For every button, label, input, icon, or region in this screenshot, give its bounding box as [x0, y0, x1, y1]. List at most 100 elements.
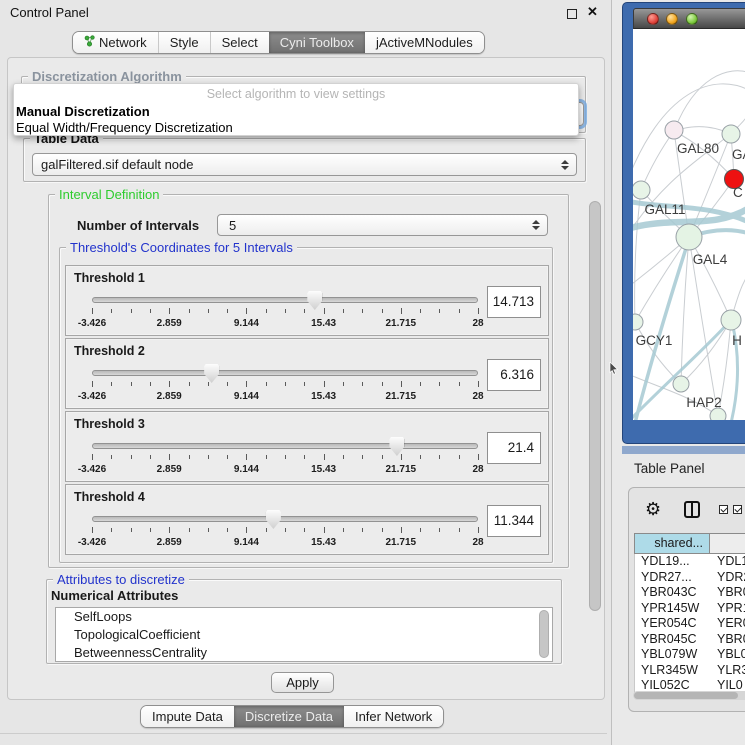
node-label: HAP2 [686, 395, 721, 410]
dropdown-hint: Select algorithm to view settings [14, 87, 578, 101]
attribute-list-item[interactable]: SelfLoops [56, 608, 552, 626]
gear-icon[interactable]: ⚙ [645, 498, 661, 522]
zoom-traffic-light-icon[interactable] [686, 13, 698, 25]
threshold-2-value-field[interactable]: 6.316 [487, 359, 541, 391]
table-row[interactable]: YBR045CYBR0 [635, 632, 745, 648]
table-row[interactable]: YBR043CYBR0 [635, 585, 745, 601]
slider-track[interactable] [92, 516, 478, 522]
close-icon[interactable]: ✕ [587, 4, 598, 20]
attribute-list-item[interactable]: TopologicalCoefficient [56, 626, 552, 644]
threshold-2-panel: Threshold 2 -3.4262.8599.14415.4321.7152… [65, 338, 549, 409]
threshold-label: Threshold 1 [74, 271, 145, 285]
table-row[interactable]: YER054CYER0 [635, 616, 745, 632]
tab-discretize-data[interactable]: Discretize Data [234, 706, 344, 727]
close-traffic-light-icon[interactable] [647, 13, 659, 25]
select-all-checkbox-icon[interactable] [719, 505, 728, 514]
tab-style[interactable]: Style [158, 32, 210, 53]
slider-tick-labels: -3.4262.8599.14415.4321.71528 [92, 464, 478, 476]
tab-jactivemnodules[interactable]: jActiveMNodules [365, 32, 484, 53]
group-title: Attributes to discretize [53, 572, 189, 587]
table-row[interactable]: YDR27...YDR2 [635, 570, 745, 586]
node-h [721, 310, 741, 330]
tab-infer-network[interactable]: Infer Network [344, 706, 443, 727]
stepper-icon [559, 160, 571, 170]
table-row[interactable]: YLR345WYLR3 [635, 663, 745, 679]
list-scrollbar[interactable] [539, 610, 549, 658]
table-body: YDL19...YDL1YDR27...YDR2YBR043CYBR0YPR14… [634, 554, 745, 694]
node-gal80 [665, 121, 683, 139]
table-cell: YBR0 [711, 585, 745, 601]
stepper-icon [530, 220, 542, 230]
threshold-2-slider[interactable]: -3.4262.8599.14415.4321.71528 [92, 361, 478, 407]
table-panel: ⚙ shared... na YDL19...YDL1YDR27...YDR2Y… [628, 487, 745, 712]
slider-tick-labels: -3.4262.8599.14415.4321.71528 [92, 537, 478, 549]
tab-impute-data[interactable]: Impute Data [141, 706, 234, 727]
table-row[interactable]: YPR145WYPR1 [635, 601, 745, 617]
table-data-combobox[interactable]: galFiltered.sif default node [32, 153, 577, 176]
group-title: Discretization Algorithm [28, 69, 186, 84]
table-row[interactable]: YDL19...YDL1 [635, 554, 745, 570]
slider-tick-labels: -3.4262.8599.14415.4321.71528 [92, 318, 478, 330]
tab-label: Select [222, 35, 258, 50]
table-header: shared... na [634, 533, 745, 554]
threshold-4-slider[interactable]: -3.4262.8599.14415.4321.71528 [92, 507, 478, 553]
threshold-3-slider[interactable]: -3.4262.8599.14415.4321.71528 [92, 434, 478, 480]
table-cell: YLR3 [711, 663, 745, 679]
window-shadow-strip [622, 446, 745, 454]
network-window-titlebar[interactable] [633, 8, 745, 29]
split-columns-icon[interactable] [684, 501, 700, 518]
table-row[interactable]: YBL079WYBL0 [635, 647, 745, 663]
number-of-intervals-label: Number of Intervals [77, 218, 199, 233]
combo-value: 5 [218, 218, 530, 233]
threshold-3-value-field[interactable]: 21.4 [487, 432, 541, 464]
node-label: GA [732, 147, 745, 162]
node-label: GAL80 [677, 141, 719, 156]
threshold-1-value-field[interactable]: 14.713 [487, 286, 541, 318]
top-tab-bar: Network Style Select Cyni Toolbox jActiv… [72, 31, 485, 54]
network-icon [84, 35, 95, 50]
node-label: GAL4 [693, 252, 728, 267]
dropdown-option-manual-discretization[interactable]: Manual Discretization [16, 104, 150, 119]
threshold-4-value-field[interactable]: 11.344 [487, 505, 541, 537]
node-table: shared... na YDL19...YDL1YDR27...YDR2YBR… [634, 533, 745, 694]
float-window-icon[interactable] [567, 9, 577, 19]
table-cell: YBR043C [635, 585, 711, 601]
apply-button[interactable]: Apply [271, 672, 334, 693]
node-label: C [733, 185, 743, 200]
dropdown-option-equal-width-frequency[interactable]: Equal Width/Frequency Discretization [16, 120, 233, 135]
panel-scrollbar[interactable] [589, 201, 601, 611]
tab-label: Style [170, 35, 199, 50]
slider-tick-labels: -3.4262.8599.14415.4321.71528 [92, 391, 478, 403]
threshold-label: Threshold 4 [74, 490, 145, 504]
table-panel-title: Table Panel [634, 461, 705, 476]
slider-track[interactable] [92, 297, 478, 303]
slider-ticks [92, 454, 478, 462]
slider-track[interactable] [92, 443, 478, 449]
node-gal11 [633, 181, 650, 199]
interval-definition-group: Interval Definition Number of Intervals … [48, 194, 569, 568]
threshold-1-panel: Threshold 1 -3.4262.8599.14415.4321.7152… [65, 265, 549, 336]
tab-label: Cyni Toolbox [280, 35, 354, 50]
number-of-intervals-combobox[interactable]: 5 [217, 214, 548, 236]
network-view-window: GAL80 GA C GAL11 GAL4 GCY1 H HAP2 [622, 2, 745, 444]
column-header-name[interactable]: na [710, 533, 745, 554]
tab-cyni-toolbox[interactable]: Cyni Toolbox [269, 32, 365, 53]
attributes-group: Attributes to discretize Numerical Attri… [46, 579, 562, 664]
threshold-3-panel: Threshold 3 -3.4262.8599.14415.4321.7152… [65, 411, 549, 482]
minimize-traffic-light-icon[interactable] [666, 13, 678, 25]
tab-select[interactable]: Select [210, 32, 269, 53]
tab-label: Infer Network [355, 709, 432, 724]
slider-track[interactable] [92, 370, 478, 376]
mouse-cursor [609, 362, 619, 375]
column-header-shared-name[interactable]: shared... [634, 533, 710, 554]
table-horizontal-scrollbar[interactable] [633, 691, 745, 700]
attribute-list-item[interactable]: BetweennessCentrality [56, 644, 552, 662]
network-canvas[interactable]: GAL80 GA C GAL11 GAL4 GCY1 H HAP2 [633, 29, 745, 420]
threshold-1-slider[interactable]: -3.4262.8599.14415.4321.71528 [92, 288, 478, 334]
slider-ticks [92, 381, 478, 389]
slider-ticks [92, 308, 478, 316]
numerical-attributes-list[interactable]: SelfLoopsTopologicalCoefficientBetweenne… [55, 607, 553, 662]
tab-label: Discretize Data [245, 709, 333, 724]
select-all-checkbox-icon-2[interactable] [733, 505, 742, 514]
tab-network[interactable]: Network [73, 32, 158, 53]
